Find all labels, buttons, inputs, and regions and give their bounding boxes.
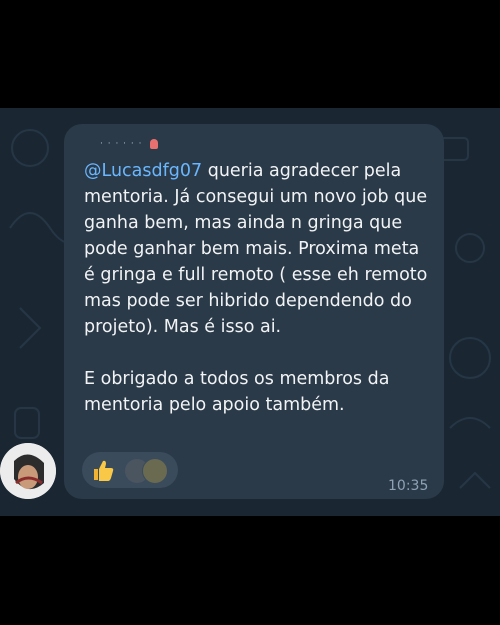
thumbs-up-icon (94, 460, 114, 481)
avatar-image (0, 443, 56, 499)
reactor-avatar (142, 458, 168, 484)
message-paragraph-2: E obrigado a todos os membros da mentori… (84, 369, 390, 415)
badge-icon (150, 139, 159, 149)
mention-link[interactable]: @Lucasdfg07 (84, 161, 202, 181)
sender-avatar[interactable] (0, 443, 56, 499)
message-body: queria agradecer pela mentoria. Já conse… (84, 161, 428, 337)
sender-header: · · · · · · (100, 137, 159, 151)
sender-name-redacted: · · · · · · (100, 139, 143, 149)
message-timestamp: 10:35 (388, 478, 429, 494)
message-text: @Lucasdfg07 queria agradecer pela mentor… (84, 158, 434, 418)
reactions-pill[interactable] (82, 452, 178, 488)
